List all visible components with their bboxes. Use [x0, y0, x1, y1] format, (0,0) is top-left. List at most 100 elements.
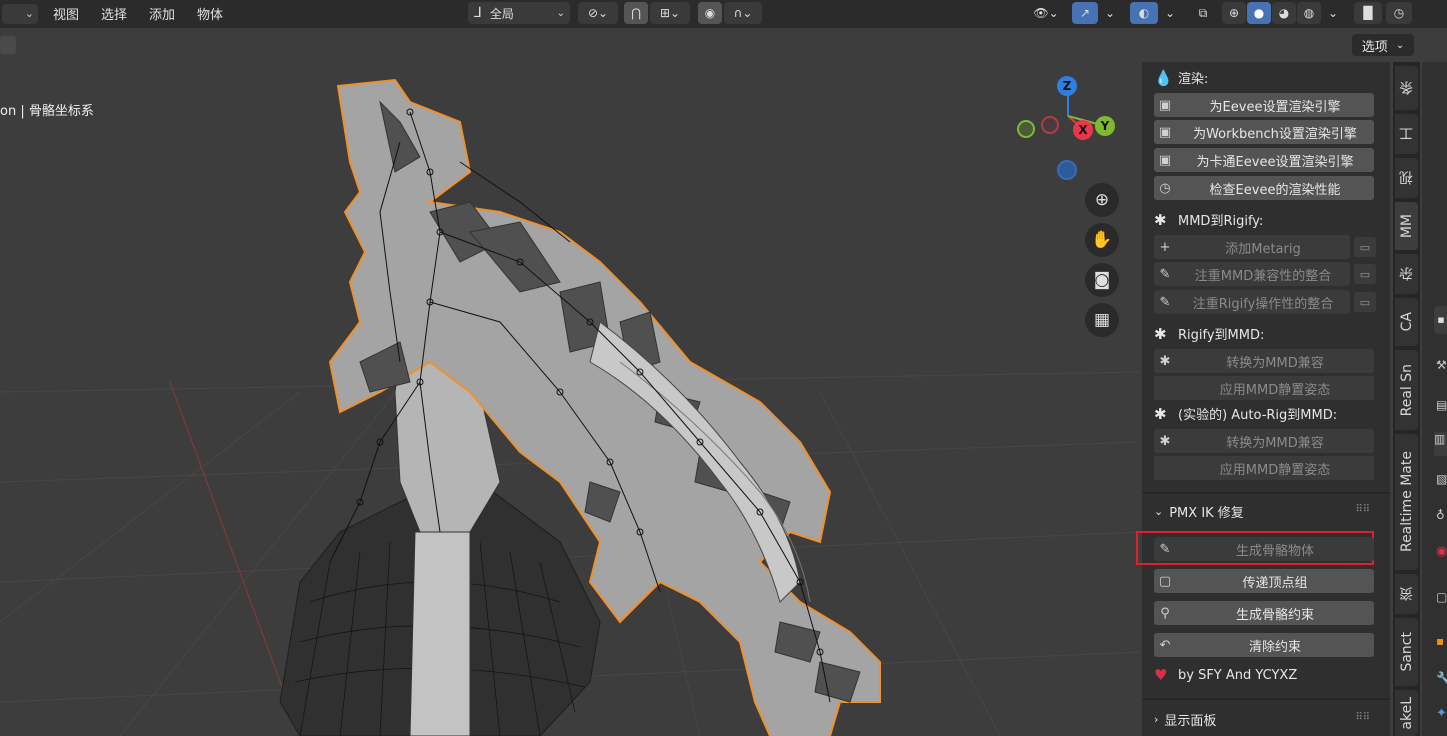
gizmo-x-axis[interactable]: X	[1073, 120, 1093, 140]
pmx-ik-section-header[interactable]: ⌄ PMX IK 修复	[1154, 502, 1244, 521]
particles-icon[interactable]: ✦	[1436, 706, 1447, 721]
chevron-down-icon: ⌄	[556, 7, 565, 19]
workbench-render-label: 为Workbench设置渲染引擎	[1193, 126, 1357, 142]
menu-object[interactable]: 物体	[197, 4, 223, 23]
armature-figure-icon: ✱	[1159, 353, 1171, 369]
check-eevee-performance-button[interactable]: ◷ 检查Eevee的渲染性能	[1154, 176, 1374, 200]
tab-ca-label: CA	[1398, 312, 1415, 332]
credit-row: ♥ by SFY And YCYXZ	[1154, 666, 1297, 684]
pivot-point-dropdown[interactable]: ⊘⌄	[578, 2, 618, 24]
tab-real-snow[interactable]: Real Sn	[1395, 350, 1418, 430]
menu-view[interactable]: 视图	[53, 4, 79, 23]
gizmo-z-axis[interactable]: Z	[1057, 76, 1077, 96]
add-metarig-button[interactable]: + 添加Metarig	[1154, 235, 1350, 259]
clear-constraints-label: 清除约束	[1248, 639, 1301, 655]
gizmo-toggle[interactable]: ↗	[1072, 2, 1098, 24]
tab-misc[interactable]: 杂	[1395, 254, 1418, 294]
visibility-dropdown[interactable]: 👁⌄	[1026, 2, 1066, 24]
overlay-toggle[interactable]: ◐	[1130, 2, 1158, 24]
world-sphere-icon[interactable]: ◉	[1436, 544, 1447, 559]
camera-view-button[interactable]: ◙	[1085, 263, 1119, 297]
snap-target-dropdown[interactable]: ⊞⌄	[650, 2, 690, 24]
toon-eevee-render-label: 为卡通Eevee设置渲染引擎	[1196, 154, 1354, 170]
clear-constraints-button[interactable]: ↶ 清除约束	[1154, 633, 1374, 657]
snap-toggle[interactable]: ⋂	[624, 2, 648, 24]
falloff-curve-icon: ∩⌄	[733, 6, 753, 20]
viewport-scene	[0, 78, 1140, 736]
pan-button[interactable]: ✋	[1085, 223, 1119, 257]
rigify-to-mmd-heading-label: Rigify到MMD:	[1178, 328, 1265, 343]
transform-orientation-dropdown[interactable]: ⅃ 全局 ⌄	[468, 2, 570, 24]
mode-dropdown[interactable]: ⌄	[2, 4, 38, 24]
shading-rendered[interactable]: ◍	[1297, 2, 1321, 24]
popup-window-icon[interactable]: ▭	[1354, 237, 1376, 257]
perspective-toggle-button[interactable]: ▦	[1085, 303, 1119, 337]
character-model[interactable]	[279, 78, 881, 736]
credit-label: by SFY And YCYXZ	[1178, 667, 1298, 683]
gizmo-dropdown[interactable]: ⌄	[1100, 2, 1120, 24]
rigify-apply-rest-pose-button[interactable]: 应用MMD静置姿态	[1154, 376, 1374, 400]
rigify-operability-integrate-button[interactable]: ✎ 注重Rigify操作性的整合	[1154, 290, 1350, 314]
tool-props-icon[interactable]: ▪	[1434, 306, 1447, 334]
modifier-wrench-icon[interactable]: 🔧	[1436, 672, 1447, 687]
3d-viewport[interactable]: on | 骨骼坐标系 Z X Y ⊕ ✋ ◙ ▦	[0, 62, 1140, 736]
gizmo-neg-y[interactable]	[1017, 120, 1035, 138]
drag-handle-icon[interactable]: ⠿⠿	[1355, 712, 1370, 723]
rigify-convert-mmd-button[interactable]: ✱ 转换为MMD兼容	[1154, 349, 1374, 373]
transfer-vertex-groups-button[interactable]: ▢ 传递顶点组	[1154, 569, 1374, 593]
drag-handle-icon[interactable]: ⠿⠿	[1355, 504, 1370, 515]
popup-window-icon[interactable]: ▭	[1354, 292, 1376, 312]
mmd-compat-integrate-button[interactable]: ✎ 注重MMD兼容性的整合	[1154, 262, 1350, 286]
menu-add[interactable]: 添加	[149, 4, 175, 23]
popup-window-icon[interactable]: ▭	[1354, 264, 1376, 284]
world-props-icon[interactable]: ♁	[1436, 508, 1445, 522]
editor-extra-button[interactable]: ▐▌	[1354, 2, 1382, 24]
proportional-edit-toggle[interactable]: ◉	[698, 2, 722, 24]
tab-item[interactable]: 条	[1395, 66, 1418, 110]
falloff-dropdown[interactable]: ∩⌄	[724, 2, 762, 24]
editor-clock-button[interactable]: ◷	[1386, 2, 1412, 24]
scene-props-icon[interactable]: ▧	[1436, 472, 1447, 486]
navigation-gizmo[interactable]: Z X Y	[1015, 74, 1125, 184]
options-dropdown[interactable]: 选项 ⌄	[1352, 34, 1414, 56]
wrench-icon: ✎	[1159, 266, 1171, 282]
tab-sanctus[interactable]: Sanct	[1395, 618, 1418, 686]
workbench-render-button[interactable]: ▣ 为Workbench设置渲染引擎	[1154, 120, 1374, 144]
view-layer-props-icon[interactable]: ▥	[1434, 432, 1447, 456]
shading-material[interactable]: ◕	[1272, 2, 1296, 24]
mmd-to-rigify-heading-label: MMD到Rigify:	[1178, 214, 1264, 229]
gizmo-neg-z[interactable]	[1057, 160, 1077, 180]
xray-toggle[interactable]: ⧉	[1190, 2, 1216, 24]
eevee-render-button[interactable]: ▣ 为Eevee设置渲染引擎	[1154, 93, 1374, 117]
collection-props-icon[interactable]: ▢	[1436, 590, 1447, 604]
shading-wireframe[interactable]: ⊕	[1222, 2, 1246, 24]
shading-solid[interactable]: ●	[1247, 2, 1271, 24]
autorig-apply-rest-pose-button[interactable]: 应用MMD静置姿态	[1154, 456, 1374, 480]
generate-bone-object-button[interactable]: ✎ 生成骨骼物体	[1154, 537, 1374, 561]
tab-mmd[interactable]: MM	[1395, 202, 1418, 250]
gizmo-y-axis[interactable]: Y	[1095, 116, 1115, 136]
autorig-convert-mmd-button[interactable]: ✱ 转换为MMD兼容	[1154, 429, 1374, 453]
menu-select[interactable]: 选择	[101, 4, 127, 23]
toon-eevee-render-button[interactable]: ▣ 为卡通Eevee设置渲染引擎	[1154, 148, 1374, 172]
shading-dropdown[interactable]: ⌄	[1323, 2, 1343, 24]
select-box-icon[interactable]	[0, 36, 16, 54]
tab-realtime-materials[interactable]: Realtime Mate	[1395, 434, 1418, 570]
gizmo-neg-x[interactable]	[1041, 116, 1059, 134]
rigify-convert-mmd-label: 转换为MMD兼容	[1226, 355, 1324, 371]
render-props-icon[interactable]: ⚒	[1436, 358, 1447, 372]
tab-realtime-materials-label: Realtime Mate	[1398, 451, 1415, 553]
armature-figure-icon: ✱	[1154, 404, 1167, 423]
output-props-icon[interactable]: ▤	[1436, 398, 1447, 412]
display-panel-header[interactable]: › 显示面板	[1154, 710, 1216, 729]
tab-assets[interactable]: 资	[1395, 574, 1418, 614]
tab-ca[interactable]: CA	[1395, 298, 1418, 346]
overlay-dropdown[interactable]: ⌄	[1160, 2, 1180, 24]
viewport-overlay-text: on | 骨骼坐标系	[0, 104, 94, 119]
generate-bone-constraints-button[interactable]: ⚲ 生成骨骼约束	[1154, 601, 1374, 625]
tab-view[interactable]: 视	[1395, 158, 1418, 198]
tab-tool[interactable]: 工	[1395, 114, 1418, 154]
tab-bakel[interactable]: akeL	[1395, 690, 1418, 736]
zoom-button[interactable]: ⊕	[1085, 183, 1119, 217]
object-props-icon[interactable]: ▪	[1436, 634, 1444, 648]
